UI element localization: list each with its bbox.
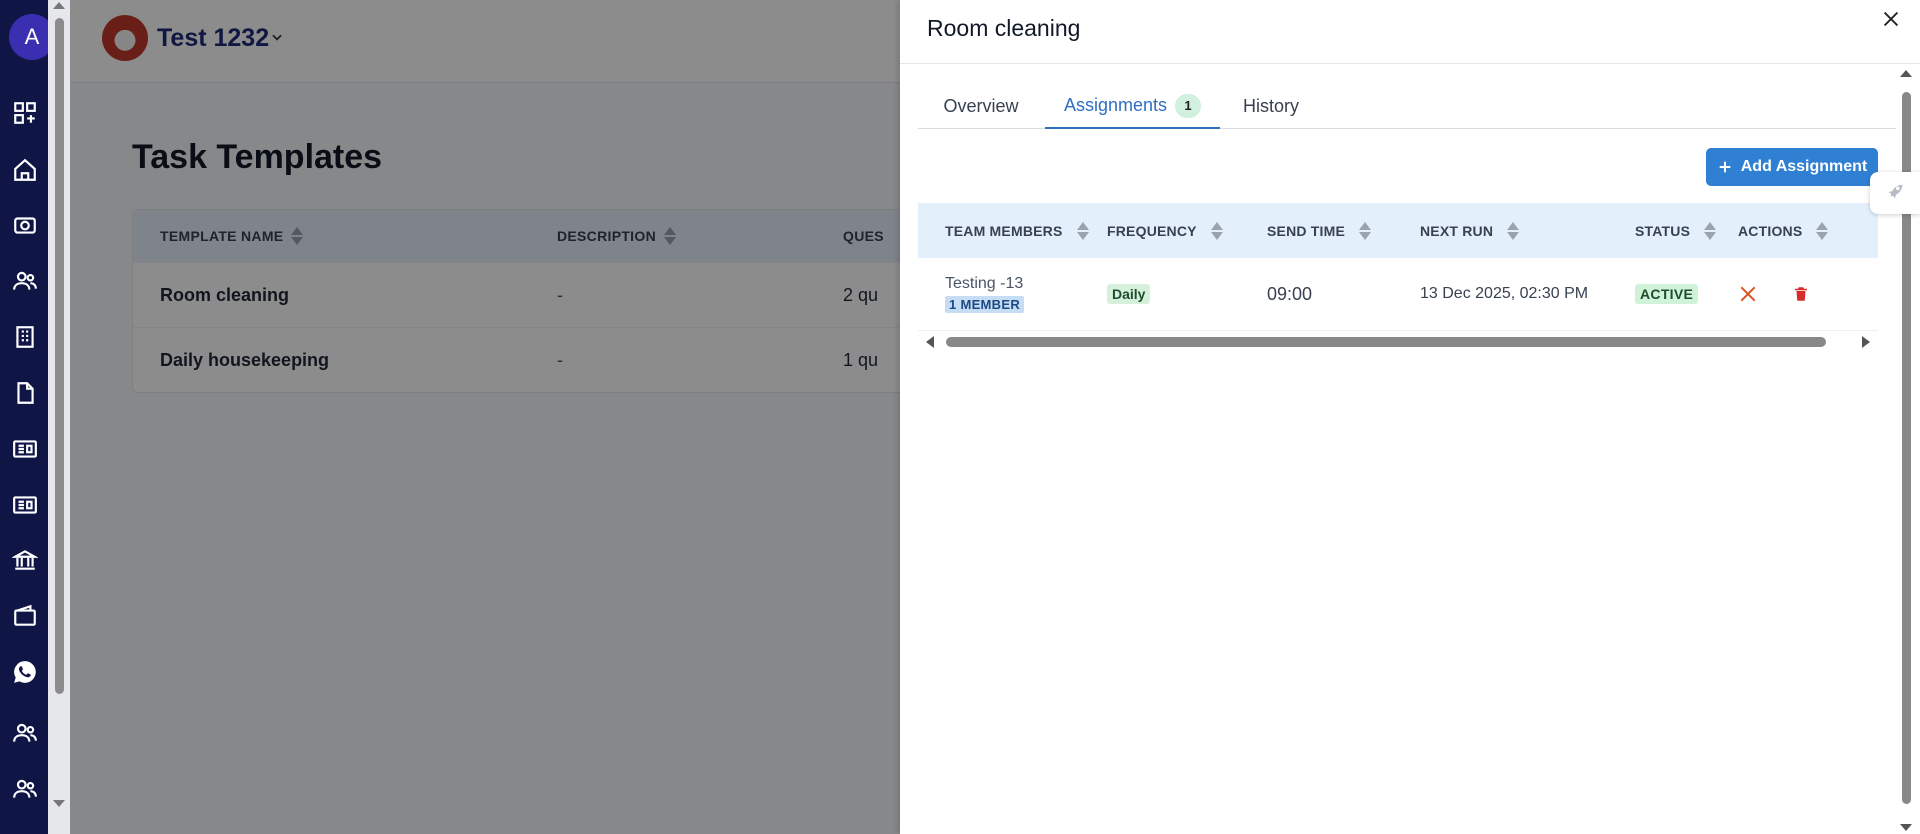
scroll-up-arrow[interactable] bbox=[1900, 70, 1912, 77]
floating-help-button[interactable] bbox=[1870, 172, 1920, 214]
rocket-icon bbox=[1888, 184, 1903, 199]
modal-overlay[interactable] bbox=[70, 0, 970, 834]
assignments-table: TEAM MEMBERS FREQUENCY SEND TIME NEXT RU… bbox=[918, 203, 1878, 331]
scrollbar-thumb[interactable] bbox=[55, 18, 64, 694]
table-row[interactable]: Testing -13 1 MEMBER Daily 09:00 13 Dec … bbox=[918, 258, 1878, 331]
frequency-badge: Daily bbox=[1107, 284, 1151, 304]
sort-icon[interactable] bbox=[1816, 221, 1829, 240]
column-header-status[interactable]: STATUS bbox=[1635, 221, 1738, 240]
frequency-cell: Daily bbox=[1107, 284, 1267, 304]
dashboard-icon[interactable] bbox=[12, 100, 38, 126]
status-badge: ACTIVE bbox=[1635, 284, 1699, 304]
drawer-tabs: Overview Assignments 1 History bbox=[918, 84, 1896, 129]
column-label: ACTIONS bbox=[1738, 222, 1803, 239]
sort-icon[interactable] bbox=[1210, 221, 1223, 240]
plus-icon bbox=[1719, 161, 1731, 173]
status-cell: ACTIVE bbox=[1635, 284, 1738, 304]
actions-cell bbox=[1738, 284, 1878, 304]
send-time-cell: 09:00 bbox=[1267, 284, 1420, 305]
team-icon[interactable] bbox=[12, 720, 38, 746]
template-drawer: Room cleaning Overview Assignments 1 His… bbox=[900, 0, 1920, 834]
column-label: STATUS bbox=[1635, 222, 1691, 239]
document-icon[interactable] bbox=[12, 380, 38, 406]
add-assignment-button[interactable]: Add Assignment bbox=[1706, 148, 1878, 186]
team-name[interactable]: Testing -13 bbox=[945, 275, 1023, 293]
building-icon[interactable] bbox=[12, 324, 38, 350]
scroll-up-arrow[interactable] bbox=[53, 2, 65, 9]
close-icon[interactable] bbox=[1880, 8, 1902, 30]
team-icon[interactable] bbox=[12, 776, 38, 802]
deactivate-icon[interactable] bbox=[1738, 284, 1758, 304]
users-icon[interactable] bbox=[12, 268, 38, 294]
column-header-next-run[interactable]: NEXT RUN bbox=[1420, 221, 1635, 240]
scrollbar-thumb[interactable] bbox=[946, 337, 1826, 347]
column-header-actions[interactable]: ACTIONS bbox=[1738, 221, 1878, 240]
trash-icon[interactable] bbox=[1792, 284, 1810, 304]
sort-icon[interactable] bbox=[1359, 221, 1372, 240]
drawer-title: Room cleaning bbox=[927, 15, 1081, 41]
sort-icon[interactable] bbox=[1076, 221, 1089, 240]
table-header: TEAM MEMBERS FREQUENCY SEND TIME NEXT RU… bbox=[918, 203, 1878, 258]
column-label: FREQUENCY bbox=[1107, 222, 1197, 239]
tab-history[interactable]: History bbox=[1221, 84, 1321, 129]
scroll-down-arrow[interactable] bbox=[53, 800, 65, 807]
scroll-down-arrow[interactable] bbox=[1900, 824, 1912, 831]
column-header-frequency[interactable]: FREQUENCY bbox=[1107, 221, 1267, 240]
sort-icon[interactable] bbox=[1704, 221, 1717, 240]
whatsapp-icon[interactable] bbox=[12, 659, 38, 685]
next-run: 13 Dec 2025, 02:30 PM bbox=[1420, 285, 1589, 302]
divider bbox=[900, 63, 1920, 64]
id-card-icon[interactable] bbox=[12, 492, 38, 518]
column-label: NEXT RUN bbox=[1420, 222, 1494, 239]
button-label: Add Assignment bbox=[1740, 158, 1868, 175]
tab-assignments[interactable]: Assignments 1 bbox=[1045, 84, 1220, 129]
column-header-send-time[interactable]: SEND TIME bbox=[1267, 221, 1420, 240]
tab-overview[interactable]: Overview bbox=[918, 84, 1044, 129]
tab-label: Assignments bbox=[1063, 95, 1168, 115]
tab-label: Overview bbox=[943, 96, 1019, 116]
team-cell: Testing -13 1 MEMBER bbox=[918, 275, 1107, 313]
tab-label: History bbox=[1242, 96, 1299, 116]
home-icon[interactable] bbox=[12, 157, 38, 183]
column-header-team-members[interactable]: TEAM MEMBERS bbox=[918, 221, 1107, 240]
sort-icon[interactable] bbox=[1507, 221, 1520, 240]
id-card-icon[interactable] bbox=[12, 436, 38, 462]
camera-icon[interactable] bbox=[12, 212, 38, 238]
column-label: SEND TIME bbox=[1267, 222, 1346, 239]
wallet-icon[interactable] bbox=[12, 603, 38, 629]
scroll-right-arrow[interactable] bbox=[1862, 336, 1870, 348]
member-count-badge: 1 MEMBER bbox=[945, 296, 1025, 313]
count-badge: 1 bbox=[1175, 93, 1202, 118]
send-time: 09:00 bbox=[1267, 283, 1313, 304]
horizontal-scrollbar[interactable] bbox=[918, 332, 1878, 352]
bank-icon[interactable] bbox=[11, 547, 39, 573]
column-label: TEAM MEMBERS bbox=[945, 222, 1063, 239]
scroll-left-arrow[interactable] bbox=[926, 336, 934, 348]
sidebar-rail: A bbox=[0, 0, 55, 834]
next-run-cell: 13 Dec 2025, 02:30 PM bbox=[1420, 285, 1635, 303]
sidebar-scrollbar[interactable] bbox=[48, 0, 70, 834]
